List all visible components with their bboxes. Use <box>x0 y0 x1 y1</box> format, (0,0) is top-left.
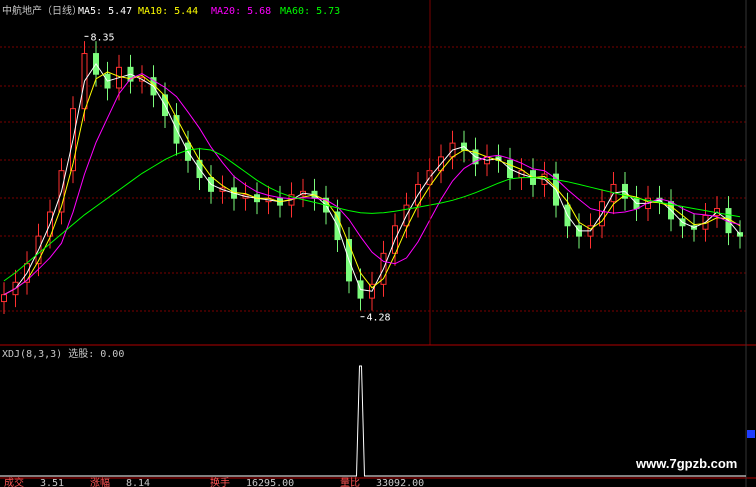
ma20-line <box>3 73 741 296</box>
chart-title: 中航地产（日线） <box>2 4 82 17</box>
ma5-line <box>3 63 741 296</box>
status-token: 16295.00 <box>246 478 294 487</box>
status-token: 3.51 <box>40 478 64 487</box>
status-token: 换手 <box>210 476 230 487</box>
legend-ma5: MA5: 5.47 <box>78 6 132 17</box>
scroll-indicator-icon[interactable] <box>747 430 755 438</box>
moving-average-lines <box>3 63 741 296</box>
status-token: 成交 <box>4 476 24 487</box>
chart-legend: 中航地产（日线） MA5: 5.47 MA10: 5.44 MA20: 5.68… <box>2 4 340 17</box>
indicator-signal-line <box>0 365 746 477</box>
stock-chart: 8.35 4.28 中航地产（日线） MA5: 5.47 MA10: 5.44 M… <box>0 0 756 487</box>
status-token: 33092.00 <box>376 478 424 487</box>
high-price-label: 8.35 <box>91 32 115 43</box>
legend-ma20: MA20: 5.68 <box>211 6 271 17</box>
legend-ma60: MA60: 5.73 <box>280 6 340 17</box>
status-token: 涨幅 <box>90 476 110 487</box>
indicator-label: XDJ(8,3,3) 选股: 0.00 <box>2 347 124 360</box>
price-grid <box>0 46 746 312</box>
status-token: 量比 <box>340 477 360 487</box>
watermark: www.7gpzb.com <box>635 456 737 471</box>
low-price-label: 4.28 <box>367 313 391 324</box>
candle-body <box>1 294 7 303</box>
legend-ma10: MA10: 5.44 <box>138 6 198 17</box>
ma10-line <box>3 71 741 296</box>
ma60-line <box>3 148 741 282</box>
status-token: 8.14 <box>126 478 150 487</box>
